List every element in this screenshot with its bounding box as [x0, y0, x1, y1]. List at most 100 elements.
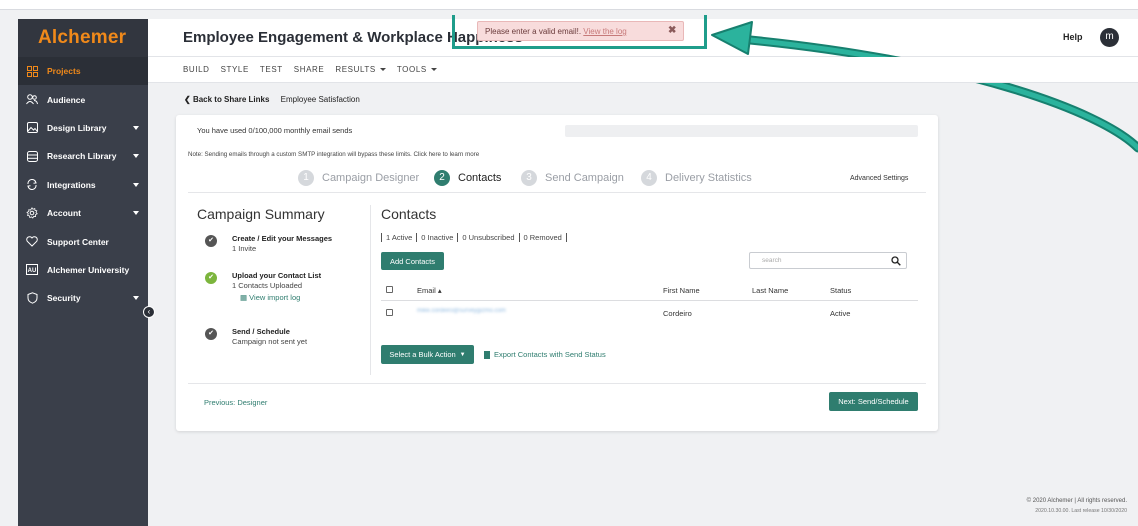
- sidebar-item-projects[interactable]: Projects: [18, 57, 148, 86]
- view-import-log-link[interactable]: ▦ View import log: [240, 293, 321, 302]
- contact-status-filters: 1 Active 0 Inactive 0 Unsubscribed 0 Rem…: [381, 233, 567, 242]
- select-all-checkbox[interactable]: [386, 286, 393, 293]
- shield-icon: [26, 292, 38, 305]
- step-number: 2: [434, 170, 450, 186]
- step-number: 3: [521, 170, 537, 186]
- step-campaign-designer[interactable]: 1 Campaign Designer: [298, 170, 419, 186]
- summary-item-contact-list: ✔ Upload your Contact List 1 Contacts Upl…: [205, 271, 321, 302]
- menu-style[interactable]: STYLE: [221, 65, 249, 74]
- usage-progress-bar: [565, 125, 918, 137]
- search-input[interactable]: [750, 253, 880, 268]
- sidebar-item-security[interactable]: Security: [18, 284, 148, 312]
- step-send-campaign[interactable]: 3 Send Campaign: [521, 170, 624, 186]
- advanced-settings-link[interactable]: Advanced Settings: [850, 175, 908, 182]
- table-header-line: [381, 300, 918, 301]
- chevron-left-icon: ❮: [184, 95, 193, 104]
- sidebar-item-label: Alchemer University: [47, 264, 130, 275]
- filter-unsubscribed[interactable]: 0 Unsubscribed: [458, 233, 520, 242]
- grid-icon: [26, 65, 38, 77]
- column-divider: [370, 205, 371, 375]
- logo[interactable]: Alchemer: [18, 19, 148, 57]
- step-label: Delivery Statistics: [665, 172, 752, 184]
- summary-item-sub: 1 Invite: [232, 244, 257, 253]
- breadcrumb: ❮ Back to Share Links Employee Satisfact…: [184, 95, 360, 104]
- step-contacts[interactable]: 2 Contacts: [434, 170, 501, 186]
- bulk-action-label: Select a Bulk Action: [389, 350, 456, 359]
- sidebar-item-support-center[interactable]: Support Center: [18, 227, 148, 255]
- sidebar: Alchemer Projects Audience Design Librar…: [18, 19, 148, 526]
- add-contacts-button[interactable]: Add Contacts: [381, 252, 444, 270]
- sidebar-item-account[interactable]: Account: [18, 199, 148, 227]
- chevron-down-icon: [133, 296, 139, 301]
- divider: [188, 383, 926, 384]
- sidebar-item-label: Research Library: [47, 151, 117, 162]
- column-header-last-name: Last Name: [752, 286, 789, 295]
- menu-build[interactable]: BUILD: [183, 65, 210, 74]
- table-icon: ▦: [240, 293, 250, 302]
- image-icon: [26, 122, 38, 134]
- smtp-note[interactable]: Note: Sending emails through a custom SM…: [188, 151, 479, 158]
- caret-down-icon: ▼: [459, 351, 466, 358]
- browser-top-strip: [0, 0, 1138, 10]
- view-import-log-label: View import log: [249, 293, 301, 302]
- menu-tools[interactable]: TOOLS: [397, 65, 437, 74]
- summary-item-head: Create / Edit your Messages: [232, 234, 333, 243]
- menu-share[interactable]: SHARE: [294, 65, 325, 74]
- contact-first-name: Cordeiro: [663, 309, 692, 318]
- sync-icon: [26, 179, 38, 191]
- divider: [188, 192, 926, 193]
- sidebar-item-label: Audience: [47, 94, 86, 105]
- au-badge-text: AU: [28, 268, 37, 274]
- chevron-down-icon: [133, 210, 139, 215]
- sidebar-item-alchemer-university[interactable]: AU Alchemer University: [18, 256, 148, 284]
- step-delivery-statistics[interactable]: 4 Delivery Statistics: [641, 170, 752, 186]
- next-send-schedule-button[interactable]: Next: Send/Schedule: [829, 392, 918, 411]
- filter-inactive[interactable]: 0 Inactive: [417, 233, 459, 242]
- summary-item-messages: ✔ Create / Edit your Messages 1 Invite: [205, 234, 332, 253]
- users-icon: [26, 94, 38, 106]
- breadcrumb-current: Employee Satisfaction: [280, 95, 360, 104]
- summary-item-sub: 1 Contacts Uploaded: [232, 281, 303, 290]
- filter-active[interactable]: 1 Active: [381, 233, 418, 242]
- check-icon: ✔: [205, 328, 217, 340]
- row-checkbox[interactable]: [386, 309, 393, 316]
- sidebar-item-label: Account: [47, 208, 81, 219]
- contacts-title: Contacts: [381, 206, 437, 222]
- sidebar-collapse-icon[interactable]: ‹: [143, 306, 155, 318]
- bulk-action-button[interactable]: Select a Bulk Action ▼: [381, 345, 474, 364]
- export-contacts-link[interactable]: Export Contacts with Send Status: [484, 350, 606, 359]
- check-icon: ✔: [205, 272, 217, 284]
- file-icon: [484, 350, 490, 359]
- logo-text: Alchemer: [38, 27, 127, 48]
- chevron-down-icon: [133, 154, 139, 159]
- sidebar-item-integrations[interactable]: Integrations: [18, 171, 148, 199]
- step-label: Campaign Designer: [322, 172, 420, 184]
- summary-item-send-schedule: ✔ Send / Schedule Campaign not sent yet: [205, 327, 307, 346]
- menubar: BUILD STYLE TEST SHARE RESULTS TOOLS: [148, 57, 1138, 83]
- menu-results[interactable]: RESULTS: [335, 65, 386, 74]
- filter-removed[interactable]: 0 Removed: [520, 233, 567, 242]
- heart-icon: [26, 236, 38, 248]
- sidebar-item-research-library[interactable]: Research Library: [18, 142, 148, 170]
- chevron-down-icon: [133, 125, 139, 130]
- usage-text: You have used 0/100,000 monthly email se…: [197, 126, 353, 135]
- column-header-email[interactable]: Email ▴: [417, 286, 442, 295]
- step-number: 1: [298, 170, 314, 186]
- check-icon: ✔: [205, 235, 217, 247]
- export-contacts-label: Export Contacts with Send Status: [494, 350, 606, 359]
- menu-test[interactable]: TEST: [260, 65, 283, 74]
- sidebar-item-label: Projects: [47, 66, 81, 77]
- sidebar-item-label: Design Library: [47, 122, 107, 133]
- search-box: [749, 252, 907, 269]
- back-link[interactable]: ❮ Back to Share Links: [184, 95, 269, 104]
- summary-item-sub: Campaign not sent yet: [232, 337, 308, 346]
- sidebar-item-audience[interactable]: Audience: [18, 85, 148, 113]
- search-icon[interactable]: [891, 256, 901, 266]
- footer-copyright: © 2020 Alchemer | All rights reserved.: [1026, 498, 1127, 504]
- chevron-down-icon: [133, 182, 139, 187]
- step-number: 4: [641, 170, 657, 186]
- step-label: Send Campaign: [545, 172, 624, 184]
- sidebar-item-label: Integrations: [47, 179, 96, 190]
- previous-designer-link[interactable]: Previous: Designer: [204, 398, 267, 407]
- sidebar-item-design-library[interactable]: Design Library: [18, 114, 148, 142]
